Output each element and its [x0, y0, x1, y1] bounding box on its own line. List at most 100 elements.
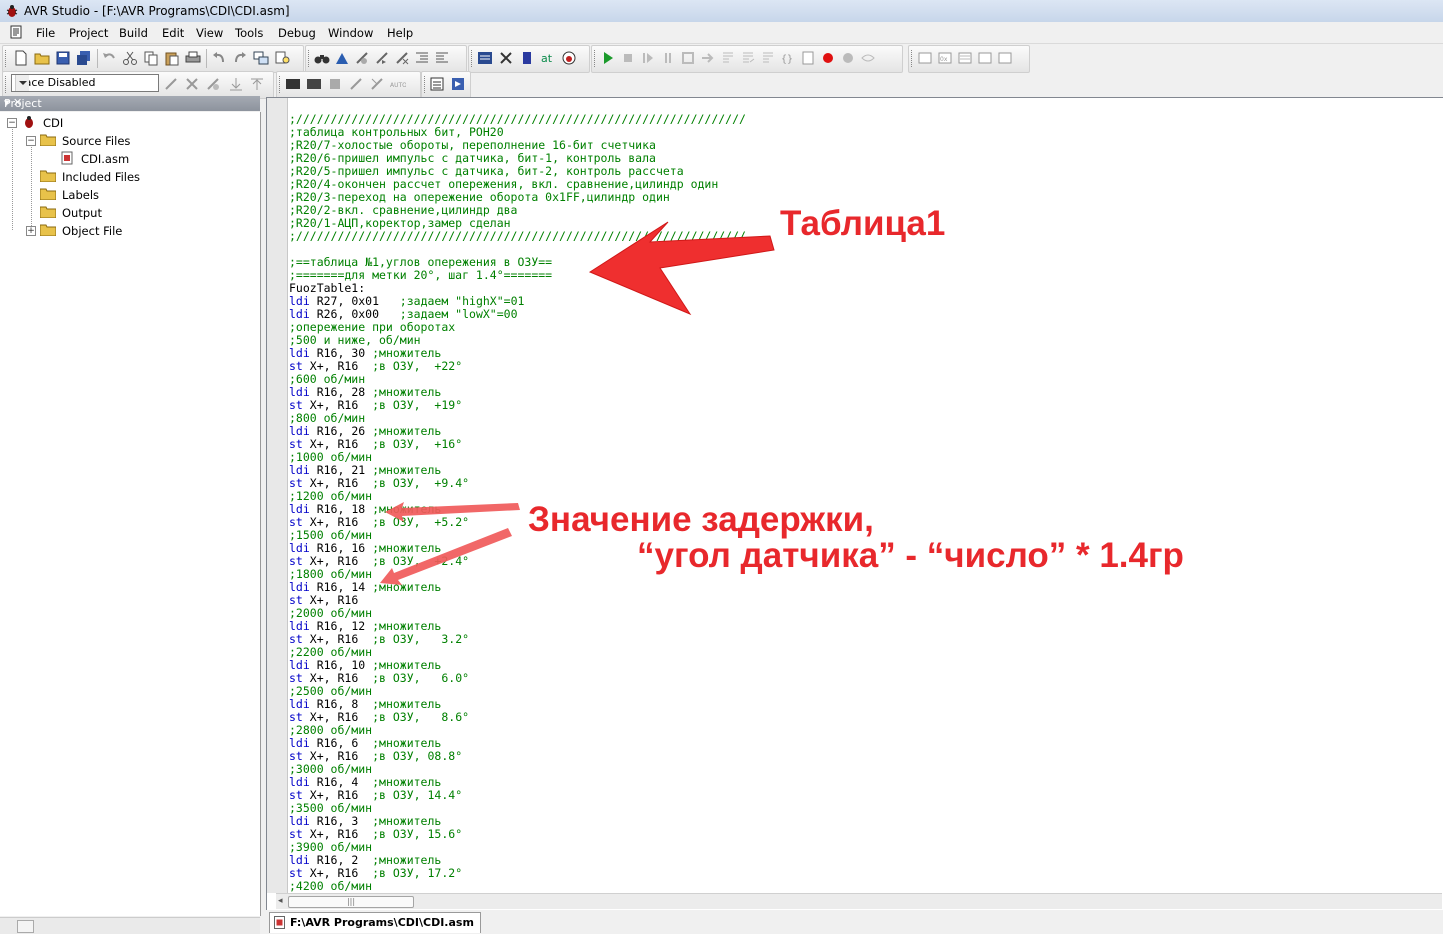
folder-icon [40, 170, 56, 182]
data-breakpoint-icon[interactable] [348, 76, 364, 92]
memory-window-icon[interactable] [957, 50, 973, 66]
trace-down-icon[interactable] [228, 76, 244, 92]
toolbar-separator [206, 49, 207, 68]
toolbar-grip[interactable] [594, 50, 598, 67]
code-comment: ;множитель [372, 346, 442, 360]
chevron-down-icon[interactable] [15, 75, 29, 91]
print-icon[interactable] [185, 50, 201, 66]
toolbar-grip[interactable] [5, 50, 9, 67]
open-folder-icon[interactable] [34, 50, 50, 66]
save-icon[interactable] [55, 50, 71, 66]
editor-horizontal-scrollbar[interactable]: ◂ ||| [276, 893, 1442, 909]
run-icon[interactable] [640, 50, 656, 66]
paste-icon[interactable] [164, 50, 180, 66]
trace-mode-select[interactable]: Trace Disabled [11, 74, 159, 92]
break-icon[interactable] [660, 50, 676, 66]
quickwatch-icon[interactable] [860, 50, 876, 66]
next-bookmark-icon[interactable] [374, 50, 390, 66]
binoculars-icon[interactable] [314, 50, 330, 66]
processor-window-icon[interactable] [977, 50, 993, 66]
code-operands: R16, 10 [309, 658, 373, 672]
bug-icon[interactable] [561, 50, 577, 66]
tree-node-included-files[interactable]: Included Files [26, 168, 166, 184]
replace-icon[interactable] [334, 50, 350, 66]
annotation-delay-line2: “угол датчика” - “число” * 1.4гр [637, 536, 1184, 575]
toolbar-grip[interactable] [911, 50, 915, 67]
toolbar-grip[interactable] [308, 50, 312, 67]
scroll-left-icon[interactable]: ◂ [278, 896, 283, 906]
redo-arrow-icon[interactable] [232, 50, 248, 66]
mem-icon[interactable] [306, 76, 322, 92]
start-debugging-icon[interactable] [600, 50, 616, 66]
step-over-icon[interactable] [740, 50, 756, 66]
toolbar-grip[interactable] [424, 76, 428, 93]
collapse-icon[interactable]: − [26, 136, 36, 146]
scrollbar-thumb[interactable]: ||| [288, 896, 414, 908]
run-to-cursor-icon[interactable]: {} [780, 50, 796, 66]
assemble-icon[interactable] [477, 50, 493, 66]
toggle-bookmark-icon[interactable] [354, 50, 370, 66]
reset-icon[interactable] [680, 50, 696, 66]
collapse-icon[interactable]: − [7, 118, 17, 128]
tree-node-source-files[interactable]: − Source Files [26, 132, 166, 148]
menu-help[interactable]: Help [387, 26, 413, 40]
auto-icon[interactable]: AUTO [390, 76, 406, 92]
plugin-icon[interactable] [450, 76, 466, 92]
toolbar-grip[interactable] [471, 50, 475, 67]
menu-window[interactable]: Window [328, 26, 373, 40]
build-run-icon[interactable] [498, 50, 514, 66]
tree-node-object-file[interactable]: + Object File [26, 222, 166, 238]
undo-icon[interactable] [101, 50, 117, 66]
program-breakpoint-icon[interactable] [369, 76, 385, 92]
step-out-icon[interactable] [760, 50, 776, 66]
menu-edit[interactable]: Edit [162, 26, 184, 40]
show-next-statement-icon[interactable] [700, 50, 716, 66]
panel-close-icon[interactable]: ▾ ✕ [4, 96, 256, 109]
cut-icon[interactable] [122, 50, 138, 66]
tree-node-cdi-asm[interactable]: CDI.asm [56, 150, 176, 166]
connect-icon[interactable]: at [540, 50, 556, 66]
trace-filter-icon[interactable] [184, 76, 200, 92]
project-horizontal-scrollbar[interactable] [0, 917, 260, 934]
remove-breakpoints-icon[interactable] [840, 50, 856, 66]
save-all-icon[interactable] [76, 50, 92, 66]
chip-icon[interactable] [519, 50, 535, 66]
step-into-icon[interactable] [720, 50, 736, 66]
menu-view[interactable]: View [196, 26, 223, 40]
stack-icon[interactable] [327, 76, 343, 92]
menu-file[interactable]: File [36, 26, 55, 40]
trace-icon[interactable] [163, 76, 179, 92]
trace-clear-icon[interactable] [205, 76, 221, 92]
menu-project[interactable]: Project [69, 26, 108, 40]
document-icon[interactable] [10, 25, 22, 39]
undo-arrow-icon[interactable] [211, 50, 227, 66]
tab-cdi-asm[interactable]: F:\AVR Programs\CDI\CDI.asm [269, 912, 481, 933]
menu-build[interactable]: Build [119, 26, 148, 40]
copy-icon[interactable] [143, 50, 159, 66]
menu-debug[interactable]: Debug [278, 26, 316, 40]
watch-window-icon[interactable] [917, 50, 933, 66]
expand-icon[interactable]: + [26, 226, 36, 236]
find-in-files-icon[interactable] [275, 50, 291, 66]
menu-tools[interactable]: Tools [235, 26, 263, 40]
toolbar-grip[interactable] [279, 76, 283, 93]
code-keyword: ldi [289, 541, 310, 555]
auto-step-icon[interactable] [800, 50, 816, 66]
con-icon[interactable] [285, 76, 301, 92]
io-window-icon[interactable] [997, 50, 1013, 66]
indent-icon[interactable] [414, 50, 430, 66]
tree-node-labels[interactable]: Labels [26, 186, 166, 202]
outdent-icon[interactable] [434, 50, 450, 66]
calculator-icon[interactable] [429, 76, 445, 92]
register-window-icon[interactable]: 0x [937, 50, 953, 66]
tree-node-output[interactable]: Output [26, 204, 166, 220]
breakpoint-icon[interactable] [820, 50, 836, 66]
new-file-icon[interactable] [13, 50, 29, 66]
clear-bookmarks-icon[interactable] [394, 50, 410, 66]
trace-up-icon[interactable] [249, 76, 265, 92]
stop-debugging-icon[interactable] [620, 50, 636, 66]
tree-node-cdi[interactable]: − CDI [7, 114, 127, 130]
toolbar-grip[interactable] [5, 76, 9, 93]
scrollbar-thumb[interactable] [17, 920, 34, 933]
windows-icon[interactable] [253, 50, 269, 66]
